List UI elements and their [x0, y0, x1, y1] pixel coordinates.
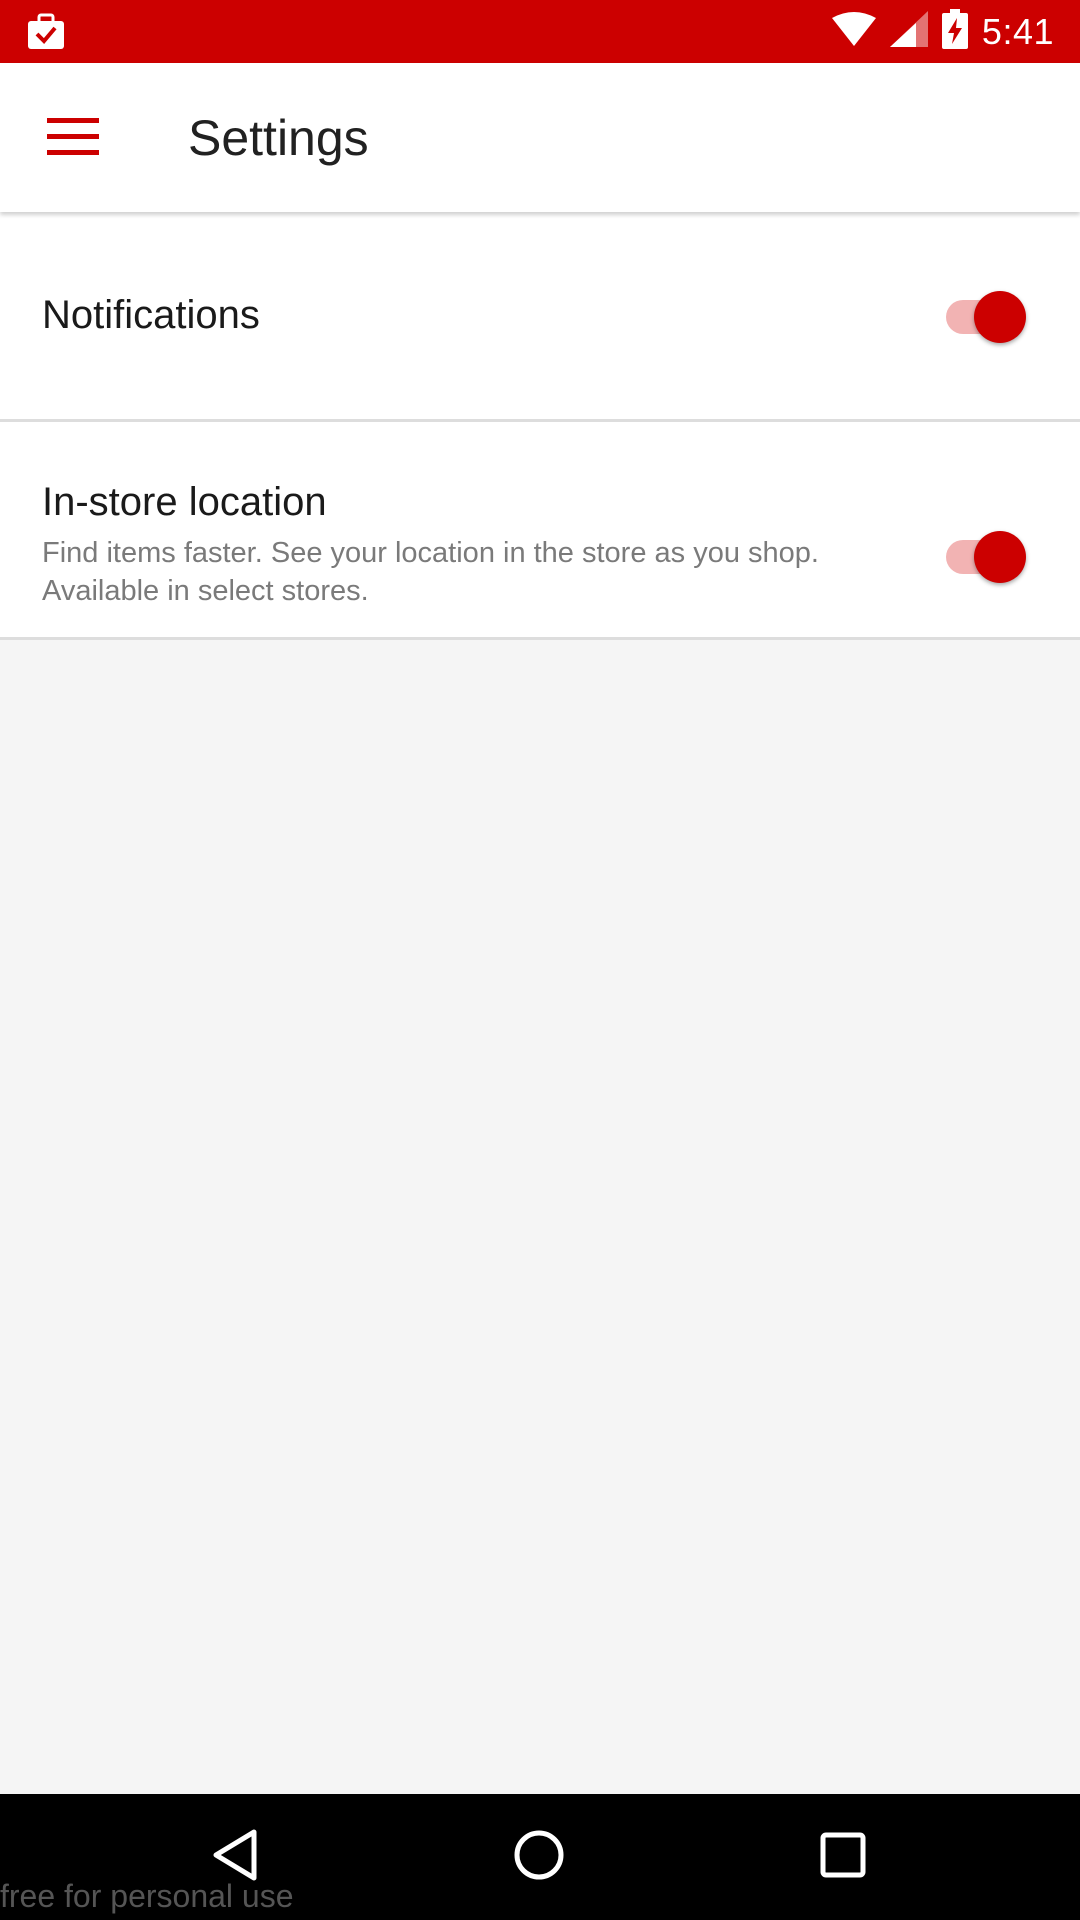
status-bar: 5:41	[0, 0, 1080, 63]
recents-button[interactable]	[808, 1822, 878, 1892]
in-store-location-toggle[interactable]	[944, 529, 1028, 585]
in-store-location-label: In-store location	[42, 480, 327, 524]
cell-signal-icon	[889, 11, 928, 52]
toggle-thumb	[974, 291, 1026, 343]
briefcase-check-icon	[26, 12, 66, 52]
status-time: 5:41	[981, 10, 1054, 52]
app-bar: Settings	[0, 63, 1080, 212]
home-icon	[512, 1828, 566, 1887]
menu-button[interactable]	[30, 98, 116, 178]
notifications-label: Notifications	[42, 293, 260, 337]
in-store-location-description: Find items faster. See your location in …	[42, 537, 819, 607]
settings-list: Notifications In-store location Find ite…	[0, 212, 1080, 640]
hamburger-menu-icon	[47, 116, 99, 161]
notifications-toggle[interactable]	[944, 289, 1028, 345]
wifi-icon	[831, 12, 876, 51]
battery-charging-icon	[941, 9, 968, 54]
in-store-location-setting-row[interactable]: In-store location Find items faster. See…	[0, 422, 1080, 640]
toggle-thumb	[974, 531, 1026, 583]
home-button[interactable]	[504, 1822, 574, 1892]
page-title: Settings	[188, 110, 369, 166]
settings-screen: 5:41 Settings Notifications In-store loc…	[0, 0, 1080, 1920]
notifications-setting-row[interactable]: Notifications	[0, 212, 1080, 422]
recents-icon	[819, 1831, 867, 1884]
watermark-text: free for personal use	[0, 1878, 294, 1914]
